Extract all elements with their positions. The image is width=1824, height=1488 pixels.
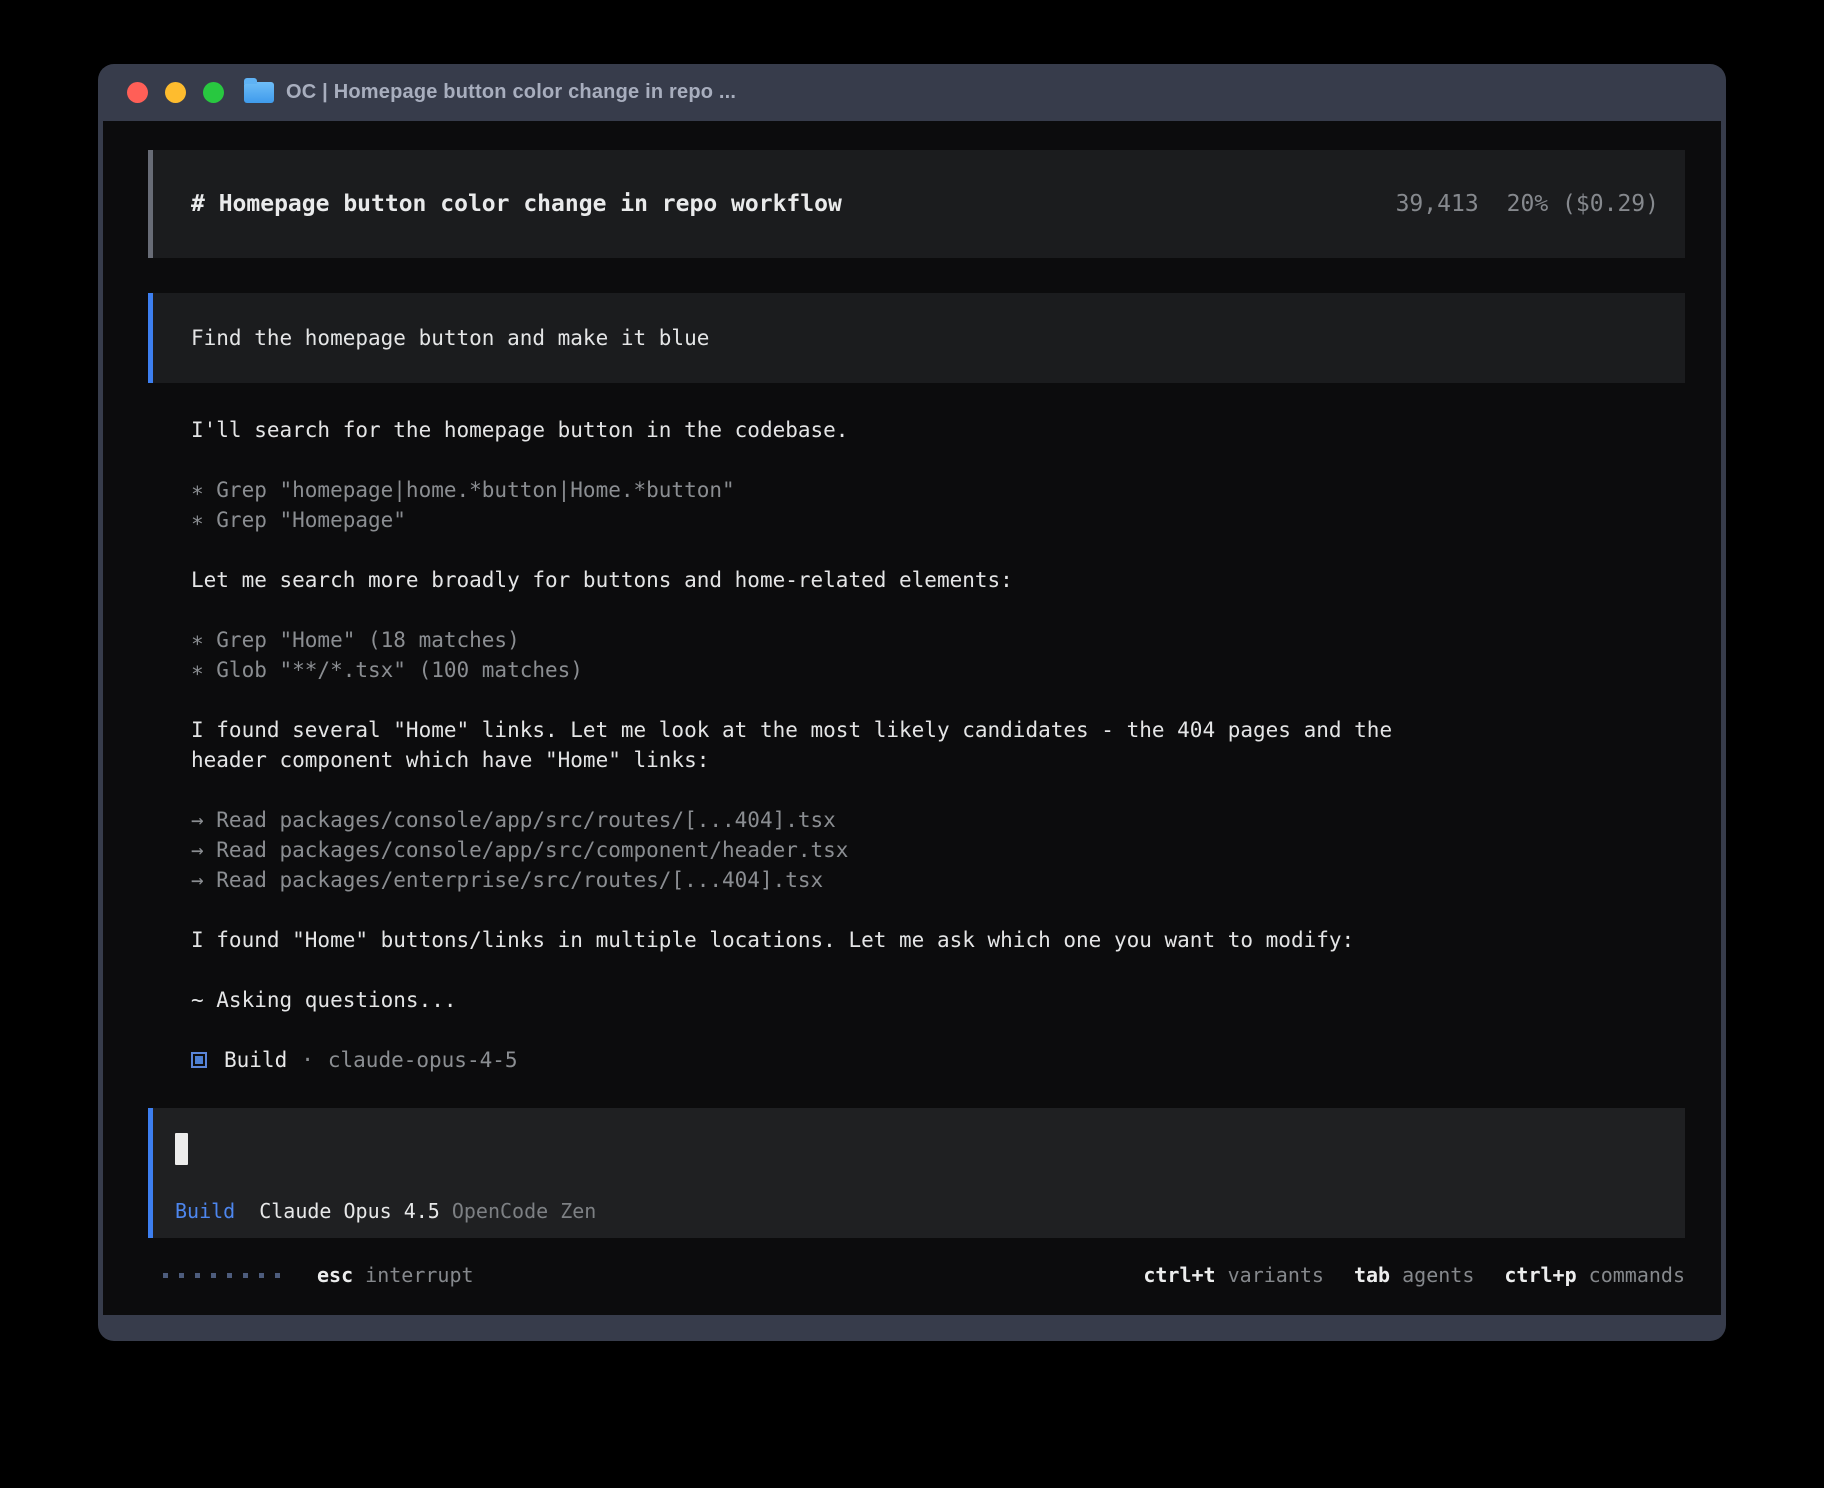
input-model-label[interactable]: Claude Opus 4.5 [259, 1196, 440, 1226]
keyboard-hint: ctrl+p commands [1504, 1263, 1685, 1287]
spinner-dot-icon [227, 1273, 232, 1278]
hint-label: agents [1390, 1263, 1474, 1287]
hint-key: tab [1354, 1263, 1390, 1287]
footer-bar: esc interrupt ctrl+t variantstab agentsc… [148, 1258, 1685, 1292]
prompt-input[interactable]: Build Claude Opus 4.5 OpenCode Zen [148, 1108, 1685, 1238]
transcript: I'll search for the homepage button in t… [148, 415, 1685, 1045]
transcript-line: ∗ Grep "Home" (18 matches) [191, 625, 1685, 655]
folder-icon [244, 82, 274, 103]
terminal-window: OC | Homepage button color change in rep… [98, 64, 1726, 1341]
footer-left-hints: esc interrupt [317, 1263, 474, 1287]
agent-model: claude-opus-4-5 [328, 1048, 518, 1072]
terminal-body: # Homepage button color change in repo w… [103, 121, 1721, 1315]
zoom-button-icon[interactable] [203, 82, 224, 103]
transcript-line [191, 955, 1685, 985]
transcript-line [191, 595, 1685, 625]
spinner-dot-icon [163, 1273, 168, 1278]
transcript-line: ~ Asking questions... [191, 985, 1685, 1015]
hint-label: commands [1577, 1263, 1685, 1287]
spinner-dot-icon [275, 1273, 280, 1278]
session-stats: 39,413 20% ($0.29) [1396, 191, 1659, 217]
agent-name: Build [224, 1048, 287, 1072]
token-count: 39,413 [1396, 191, 1479, 217]
context-usage: 20% ($0.29) [1507, 191, 1659, 217]
transcript-line: Let me search more broadly for buttons a… [191, 565, 1685, 595]
transcript-line: I'll search for the homepage button in t… [191, 415, 1685, 445]
transcript-line: → Read packages/enterprise/src/routes/[.… [191, 865, 1685, 895]
user-message-text: Find the homepage button and make it blu… [191, 326, 709, 350]
titlebar[interactable]: OC | Homepage button color change in rep… [103, 64, 1721, 121]
footer-left: esc interrupt [163, 1263, 474, 1287]
window-title: OC | Homepage button color change in rep… [286, 81, 736, 104]
spinner-dot-icon [195, 1273, 200, 1278]
transcript-line [191, 535, 1685, 565]
transcript-line [191, 685, 1685, 715]
user-message: Find the homepage button and make it blu… [148, 293, 1685, 383]
input-model-row: Build Claude Opus 4.5 OpenCode Zen [175, 1196, 1685, 1226]
transcript-line: I found "Home" buttons/links in multiple… [191, 925, 1685, 955]
close-button-icon[interactable] [127, 82, 148, 103]
transcript-line: I found several "Home" links. Let me loo… [191, 715, 1685, 745]
transcript-line: → Read packages/console/app/src/componen… [191, 835, 1685, 865]
spinner-dot-icon [259, 1273, 264, 1278]
agent-badge-icon [191, 1052, 207, 1068]
traffic-lights [127, 82, 224, 103]
transcript-line: → Read packages/console/app/src/routes/[… [191, 805, 1685, 835]
transcript-line: ∗ Grep "homepage|home.*button|Home.*butt… [191, 475, 1685, 505]
transcript-line: header component which have "Home" links… [191, 745, 1685, 775]
transcript-line: ∗ Glob "**/*.tsx" (100 matches) [191, 655, 1685, 685]
spinner-dot-icon [179, 1273, 184, 1278]
keyboard-hint: tab agents [1354, 1263, 1474, 1287]
hint-label: variants [1216, 1263, 1324, 1287]
keyboard-hint: esc interrupt [317, 1263, 474, 1287]
text-cursor [175, 1133, 188, 1165]
status-separator: · [301, 1048, 314, 1072]
transcript-line [191, 1015, 1685, 1045]
transcript-line [191, 775, 1685, 805]
transcript-line: ∗ Grep "Homepage" [191, 505, 1685, 535]
input-provider-label: OpenCode Zen [452, 1196, 597, 1226]
minimize-button-icon[interactable] [165, 82, 186, 103]
footer-right-hints: ctrl+t variants tab agents ctrl+p commands [1143, 1263, 1685, 1287]
session-header: # Homepage button color change in repo w… [148, 150, 1685, 258]
hint-label: interrupt [353, 1263, 473, 1287]
spinner-dots-icon [163, 1273, 280, 1278]
transcript-line [191, 445, 1685, 475]
keyboard-hint: ctrl+t variants [1143, 1263, 1324, 1287]
input-agent-label[interactable]: Build [175, 1196, 235, 1226]
transcript-line [191, 895, 1685, 925]
hint-key: ctrl+t [1143, 1263, 1215, 1287]
spinner-dot-icon [243, 1273, 248, 1278]
hint-key: esc [317, 1263, 353, 1287]
session-title: # Homepage button color change in repo w… [191, 191, 842, 217]
agent-status-line: Build · claude-opus-4-5 [148, 1045, 1685, 1075]
spinner-dot-icon [211, 1273, 216, 1278]
hint-key: ctrl+p [1504, 1263, 1576, 1287]
